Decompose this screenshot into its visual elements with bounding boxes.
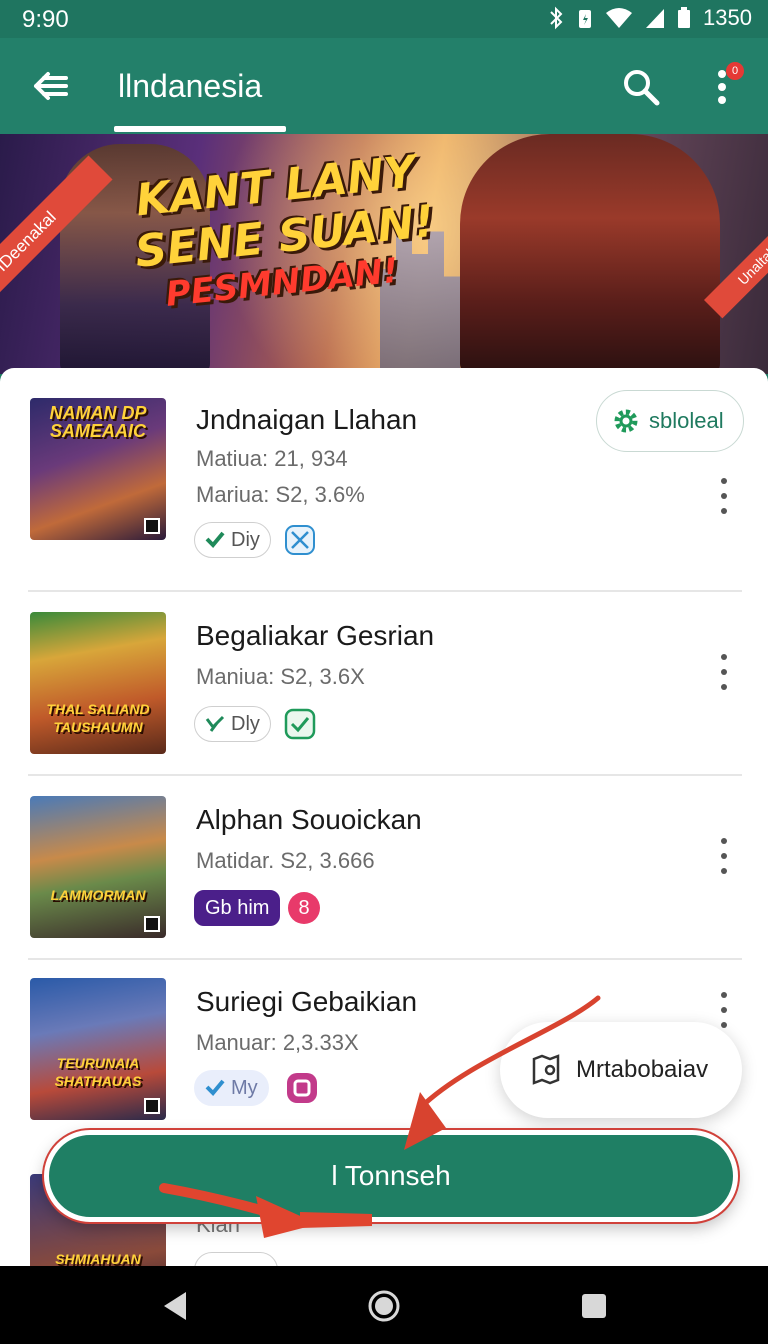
battery-saver-icon <box>579 10 592 28</box>
map-pin-icon <box>532 1054 560 1085</box>
status-time: 9:90 <box>22 6 69 33</box>
game-thumbnail: TEURUNAIA SHATHAUAS <box>30 978 166 1120</box>
wifi-icon <box>606 8 633 28</box>
item-menu-icon[interactable] <box>714 650 734 694</box>
promo-banner[interactable]: KANT LANY SENE SUAN! PESMNDAN! IDeenakal <box>0 134 768 374</box>
game-meta: Matidar. S2, 3.666 <box>196 848 375 873</box>
stop-square-icon <box>287 1073 317 1103</box>
check-box-icon <box>284 708 316 740</box>
shuffle-icon <box>205 715 225 732</box>
battery-icon <box>678 7 691 28</box>
game-title: Begaliakar Gesrian <box>196 620 435 651</box>
crossed-box-icon <box>285 525 315 555</box>
recents-square-icon[interactable] <box>576 1288 612 1324</box>
floating-action-card[interactable]: Mrtabobaiav <box>500 1022 742 1118</box>
checkmark-icon <box>205 531 225 548</box>
primary-action-button[interactable]: l Tonnseh <box>44 1130 738 1222</box>
list-item[interactable]: THAL SALIAND TAUSHAUMN Begaliakar Gesria… <box>28 612 742 758</box>
home-circle-icon[interactable] <box>366 1288 402 1324</box>
tab-indicator <box>114 126 286 132</box>
app-bar: llndanesia 0 <box>0 38 768 134</box>
game-title: Suriegi Gebaikian <box>196 986 418 1017</box>
checkmark-icon <box>205 1079 225 1096</box>
divider <box>28 590 742 592</box>
tag-chip[interactable]: My <box>194 1070 269 1106</box>
divider <box>28 958 742 960</box>
bluetooth-icon <box>550 6 563 30</box>
tag-chip[interactable]: Gb him <box>194 890 281 926</box>
game-meta: Maniua: S2, 3.6X <box>196 664 365 689</box>
page-title[interactable]: llndanesia <box>118 68 262 105</box>
item-menu-icon[interactable] <box>714 474 734 518</box>
game-title: Alphan Souoickan <box>196 804 422 835</box>
game-meta: Manuar: 2,3.33X <box>196 1030 359 1055</box>
back-triangle-icon[interactable] <box>158 1288 194 1324</box>
tag-chip[interactable]: Diy <box>194 522 271 558</box>
game-meta: Mariua: S2, 3.6% <box>196 482 365 507</box>
hero-right-illustration <box>460 134 720 374</box>
battery-level: 1350 <box>703 5 752 30</box>
system-nav-bar <box>0 1266 768 1344</box>
tag-chip[interactable]: Dly <box>194 706 271 742</box>
item-menu-icon[interactable] <box>714 834 734 878</box>
game-thumbnail: THAL SALIAND TAUSHAUMN <box>30 612 166 754</box>
notification-badge: 0 <box>726 62 744 80</box>
back-arrow-icon[interactable] <box>28 64 72 108</box>
signal-icon <box>646 9 665 28</box>
download-button[interactable]: sbloleal <box>596 390 744 452</box>
game-meta: Matiua: 21, 934 <box>196 446 348 471</box>
game-title: Jndnaigan Llahan <box>196 404 418 435</box>
divider <box>28 774 742 776</box>
gear-icon <box>614 409 638 433</box>
search-icon[interactable] <box>620 66 662 108</box>
game-thumbnail: LAMMORMAN <box>30 796 166 938</box>
list-item[interactable]: LAMMORMAN Alphan Souoickan Matidar. S2, … <box>28 796 742 942</box>
game-thumbnail: NAMAN DP SAMEAAIC <box>30 398 166 540</box>
item-menu-icon[interactable] <box>714 988 734 1032</box>
status-icons: 1350 <box>547 5 752 31</box>
count-badge: 8 <box>288 892 320 924</box>
status-bar: 9:90 1350 <box>0 0 768 38</box>
